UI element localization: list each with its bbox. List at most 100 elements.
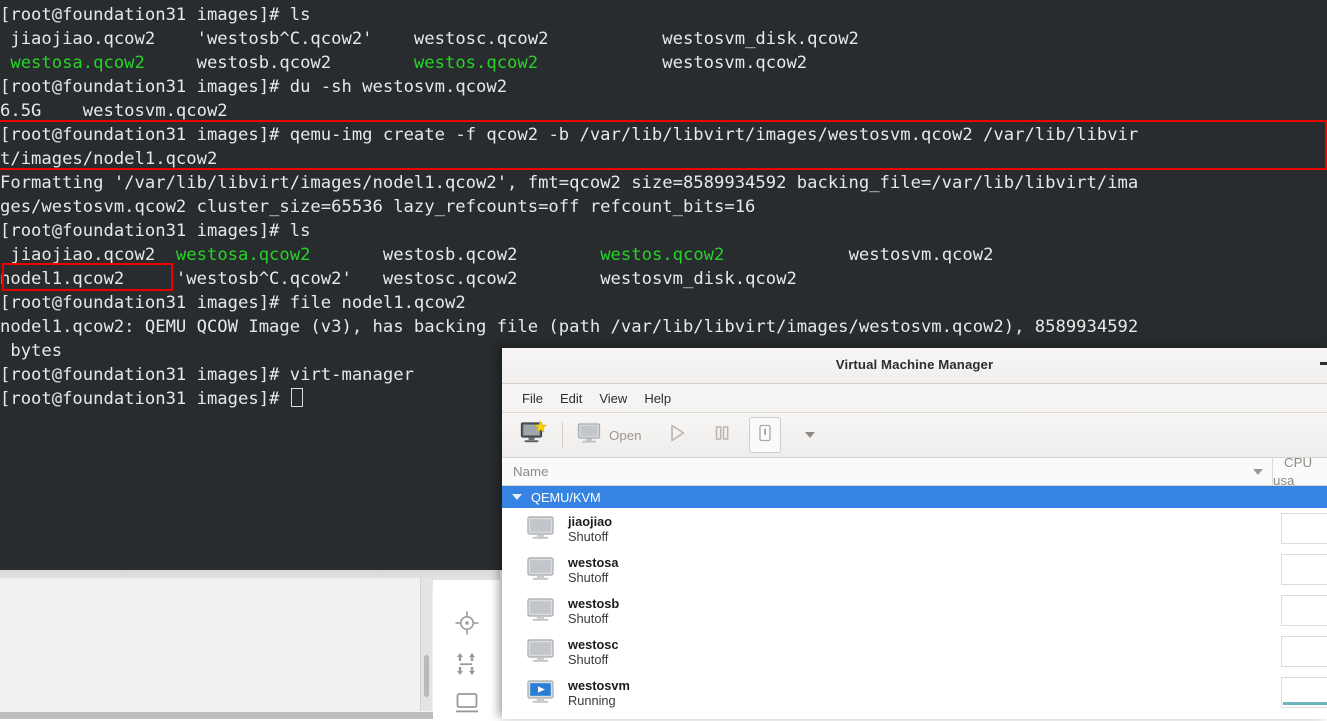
vm-name: westosc <box>568 636 619 652</box>
vm-row-text: westosb Shutoff <box>568 596 619 626</box>
vm-list-row[interactable]: westosa Shutoff <box>502 549 1327 590</box>
vm-row-main: jiaojiao Shutoff <box>502 514 1272 544</box>
vm-row-main: westosvm Running <box>502 678 1272 708</box>
shell-prompt: [root@foundation31 images]# <box>0 125 290 145</box>
vm-row-text: westosa Shutoff <box>568 555 619 585</box>
shell-command: du -sh westosvm.qcow2 <box>289 77 508 97</box>
file-entry: westosa.qcow2 <box>0 53 197 73</box>
terminal-line: nodel1.qcow2: QEMU QCOW Image (v3), has … <box>0 315 1327 339</box>
chevron-down-icon <box>804 432 815 438</box>
shell-command: qemu-img create -f qcow2 -b /var/lib/lib… <box>289 125 1139 145</box>
terminal-line: jiaojiao.qcow2 'westosb^C.qcow2' westosc… <box>0 27 1327 51</box>
terminal-line: t/images/nodel1.qcow2 <box>0 147 1327 171</box>
background-tool-sidebar <box>433 580 500 719</box>
vmm-title-bar[interactable]: Virtual Machine Manager <box>502 348 1327 384</box>
shell-command: virt-manager <box>289 365 414 385</box>
vm-row-text: westosvm Running <box>568 678 630 708</box>
terminal-line: [root@foundation31 images]# ls <box>0 3 1327 27</box>
background-application-panel <box>0 570 500 719</box>
vm-list-row[interactable]: westosc Shutoff <box>502 631 1327 672</box>
virtual-machine-manager-window[interactable]: Virtual Machine Manager File Edit View H… <box>502 348 1327 719</box>
vm-name: westosa <box>568 554 619 570</box>
new-virtual-machine-button[interactable] <box>512 418 554 452</box>
cpu-usage-sparkline-trace <box>1283 702 1327 705</box>
vm-row-main: westosc Shutoff <box>502 637 1272 667</box>
connection-group-row-qemu-kvm[interactable]: QEMU/KVM <box>502 486 1327 508</box>
background-canvas-area <box>0 578 421 711</box>
terminal-output-text: ges/westosvm.qcow2 cluster_size=65536 la… <box>0 197 756 217</box>
shell-command: ls <box>289 221 311 241</box>
terminal-line: [root@foundation31 images]# file nodel1.… <box>0 291 1327 315</box>
shutdown-button[interactable] <box>748 417 781 453</box>
file-entry: westosc.qcow2 <box>382 269 601 289</box>
file-entry: westosvm.qcow2 <box>662 53 808 73</box>
shell-prompt: [root@foundation31 images]# <box>0 5 290 25</box>
menu-bar: File Edit View Help <box>502 384 1327 413</box>
file-entry: westosvm_disk.qcow2 <box>662 29 859 49</box>
vm-name: westosb <box>568 595 620 611</box>
expand-arrows-icon[interactable] <box>433 651 500 682</box>
shell-prompt: [root@foundation31 images]# <box>0 365 290 385</box>
cpu-usage-sparkline-trace <box>1283 579 1327 582</box>
display-icon[interactable] <box>433 690 500 721</box>
file-entry: westosc.qcow2 <box>413 29 663 49</box>
menu-item-file[interactable]: File <box>514 388 552 409</box>
cpu-usage-sparkline <box>1281 513 1327 544</box>
shell-command: file nodel1.qcow2 <box>289 293 466 313</box>
cpu-usage-sparkline <box>1281 636 1327 667</box>
vm-row-text: westosc Shutoff <box>568 637 619 667</box>
open-button-label: Open <box>609 427 642 443</box>
pause-icon <box>712 422 732 449</box>
column-header-name[interactable]: Name <box>502 458 1273 485</box>
pause-button[interactable] <box>705 418 739 452</box>
chevron-down-icon[interactable] <box>1253 469 1263 475</box>
terminal-cursor <box>290 388 303 407</box>
toolbar-separator <box>562 422 563 448</box>
vm-row-text: jiaojiao Shutoff <box>568 514 612 544</box>
terminal-output-text: nodel1.qcow2: QEMU QCOW Image (v3), has … <box>0 317 1139 337</box>
target-icon[interactable] <box>433 610 500 641</box>
vm-row-main: westosa Shutoff <box>502 555 1272 585</box>
shutdown-icon <box>757 422 773 449</box>
terminal-line: Formatting '/var/lib/libvirt/images/node… <box>0 171 1327 195</box>
toolbar-dropdown-button[interactable] <box>789 418 822 452</box>
menu-item-edit[interactable]: Edit <box>552 388 591 409</box>
menu-item-help[interactable]: Help <box>636 388 680 409</box>
chevron-down-icon[interactable] <box>512 494 522 500</box>
background-bottom-strip <box>0 712 500 719</box>
run-button[interactable] <box>659 418 695 452</box>
vm-list-row[interactable]: westosb Shutoff <box>502 590 1327 631</box>
window-title: Virtual Machine Manager <box>835 357 994 372</box>
menu-item-view[interactable]: View <box>591 388 636 409</box>
minimize-button[interactable] <box>1320 362 1327 365</box>
vm-running-icon <box>525 679 557 707</box>
vm-shutoff-icon <box>525 597 557 625</box>
vm-list-row[interactable]: westosvm Running <box>502 672 1327 713</box>
shell-prompt: [root@foundation31 images]# <box>0 389 290 409</box>
terminal-line: [root@foundation31 images]# qemu-img cre… <box>0 123 1327 147</box>
tool-bar: Open <box>502 413 1327 458</box>
terminal-output-text: t/images/nodel1.qcow2 <box>0 149 218 169</box>
vm-state: Shutoff <box>568 569 609 585</box>
background-scrollbar-thumb[interactable] <box>424 655 429 697</box>
vm-name: jiaojiao <box>568 513 613 529</box>
vm-shutoff-icon <box>525 638 557 666</box>
shell-prompt: [root@foundation31 images]# <box>0 77 290 97</box>
vm-state: Shutoff <box>568 651 609 667</box>
vm-list-row[interactable]: jiaojiao Shutoff <box>502 508 1327 549</box>
virtual-machine-rows: jiaojiao Shutoff westosa Shutoff westosb Shut… <box>502 508 1327 713</box>
vm-state: Shutoff <box>568 528 609 544</box>
file-entry: westosvm.qcow2 <box>848 245 994 265</box>
virtual-machine-list[interactable]: QEMU/KVM jiaojiao Shutoff westosa Shutoff we… <box>502 486 1327 719</box>
column-header-cpu-usage[interactable]: CPU usa <box>1273 454 1327 490</box>
shell-prompt: [root@foundation31 images]# <box>0 293 290 313</box>
terminal-line: westosa.qcow2 westosb.qcow2 westos.qcow2… <box>0 51 1327 75</box>
open-button[interactable]: Open <box>569 418 649 452</box>
file-entry: westosb.qcow2 <box>196 53 414 73</box>
cpu-usage-sparkline <box>1281 677 1327 708</box>
file-entry: westosvm_disk.qcow2 <box>600 269 849 289</box>
cpu-usage-sparkline <box>1281 554 1327 585</box>
vm-shutoff-icon <box>525 515 557 543</box>
file-entry: westos.qcow2 <box>600 245 849 265</box>
column-header-name-label: Name <box>513 464 549 479</box>
